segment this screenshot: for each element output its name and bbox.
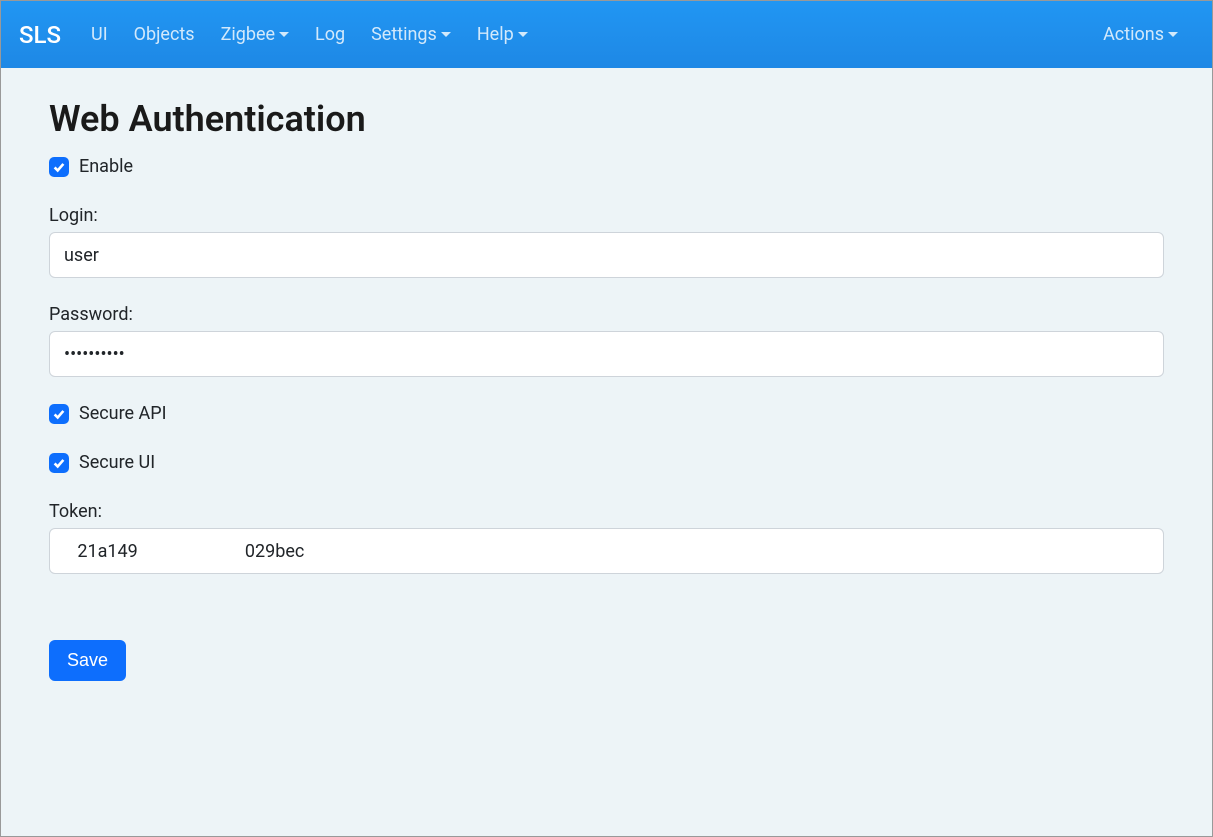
chevron-down-icon — [518, 32, 528, 37]
secure-api-label[interactable]: Secure API — [79, 403, 167, 424]
chevron-down-icon — [1168, 32, 1178, 37]
token-group: Token: — [49, 501, 1164, 574]
secure-ui-row: Secure UI — [49, 452, 1164, 473]
secure-ui-label[interactable]: Secure UI — [79, 452, 155, 473]
brand[interactable]: SLS — [19, 21, 61, 49]
token-label: Token: — [49, 501, 1164, 522]
nav-ui[interactable]: UI — [81, 16, 118, 53]
nav-help-label: Help — [477, 24, 514, 45]
nav-ui-label: UI — [91, 24, 108, 45]
nav-help[interactable]: Help — [467, 16, 538, 53]
nav-zigbee[interactable]: Zigbee — [211, 16, 299, 53]
password-input[interactable] — [49, 331, 1164, 377]
chevron-down-icon — [441, 32, 451, 37]
password-label: Password: — [49, 304, 1164, 325]
enable-row: Enable — [49, 156, 1164, 177]
login-label: Login: — [49, 205, 1164, 226]
nav-objects-label: Objects — [134, 24, 195, 45]
nav-right: Actions — [1093, 16, 1194, 53]
check-icon — [52, 407, 66, 421]
nav-zigbee-label: Zigbee — [221, 24, 275, 45]
nav-log-label: Log — [315, 24, 345, 45]
check-icon — [52, 456, 66, 470]
navbar: SLS UI Objects Zigbee Log Settings — [1, 1, 1212, 68]
save-button[interactable]: Save — [49, 640, 126, 681]
secure-ui-checkbox[interactable] — [49, 453, 69, 473]
check-icon — [52, 160, 66, 174]
nav-actions-label: Actions — [1103, 24, 1164, 45]
main-container: Web Authentication Enable Login: Passwor… — [1, 68, 1212, 711]
login-group: Login: — [49, 205, 1164, 278]
secure-api-row: Secure API — [49, 403, 1164, 424]
login-input[interactable] — [49, 232, 1164, 278]
nav-objects[interactable]: Objects — [124, 16, 205, 53]
chevron-down-icon — [279, 32, 289, 37]
nav-settings-label: Settings — [371, 24, 437, 45]
token-input[interactable] — [49, 528, 1164, 574]
secure-api-checkbox[interactable] — [49, 404, 69, 424]
nav-settings[interactable]: Settings — [361, 16, 461, 53]
enable-checkbox[interactable] — [49, 157, 69, 177]
enable-label[interactable]: Enable — [79, 156, 133, 177]
nav-left: UI Objects Zigbee Log Settings — [81, 16, 544, 53]
page-title: Web Authentication — [49, 98, 1164, 140]
nav-actions[interactable]: Actions — [1093, 16, 1188, 53]
nav-log[interactable]: Log — [305, 16, 355, 53]
password-group: Password: — [49, 304, 1164, 377]
